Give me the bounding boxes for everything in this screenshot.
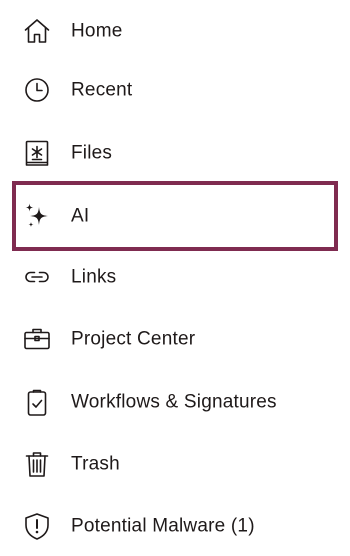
sidebar-item-project-center[interactable]: Project Center <box>12 308 338 370</box>
trash-icon <box>22 449 52 479</box>
sidebar-item-workflows-signatures[interactable]: Workflows & Signatures <box>12 371 338 433</box>
sidebar-item-label: Links <box>71 266 117 288</box>
sidebar-item-recent[interactable]: Recent <box>12 59 338 121</box>
sidebar-item-label: Files <box>71 142 113 164</box>
sidebar-item-files[interactable]: Files <box>12 122 338 184</box>
sidebar-item-links[interactable]: Links <box>12 246 338 308</box>
sidebar-item-label: Potential Malware (1) <box>71 515 255 537</box>
briefcase-icon <box>22 324 52 354</box>
sidebar-item-label: Workflows & Signatures <box>71 391 277 413</box>
link-icon <box>22 262 52 292</box>
sparkle-icon <box>22 201 52 231</box>
clock-icon <box>22 75 52 105</box>
sidebar-nav: Home Recent Files AI Links Project Cente… <box>0 0 350 556</box>
sidebar-item-label: Recent <box>71 79 133 101</box>
sidebar-item-ai[interactable]: AI <box>12 181 338 251</box>
sidebar-item-label: Project Center <box>71 328 196 350</box>
files-icon <box>22 138 52 168</box>
sidebar-item-home[interactable]: Home <box>12 0 338 62</box>
clipboard-check-icon <box>22 387 52 417</box>
sidebar-item-trash[interactable]: Trash <box>12 433 338 495</box>
home-icon <box>22 16 52 46</box>
sidebar-item-potential-malware[interactable]: Potential Malware (1) <box>12 495 338 556</box>
sidebar-item-label: Trash <box>71 453 120 475</box>
shield-alert-icon <box>22 511 52 541</box>
sidebar-item-label: Home <box>71 20 123 42</box>
sidebar-item-label: AI <box>71 205 90 227</box>
